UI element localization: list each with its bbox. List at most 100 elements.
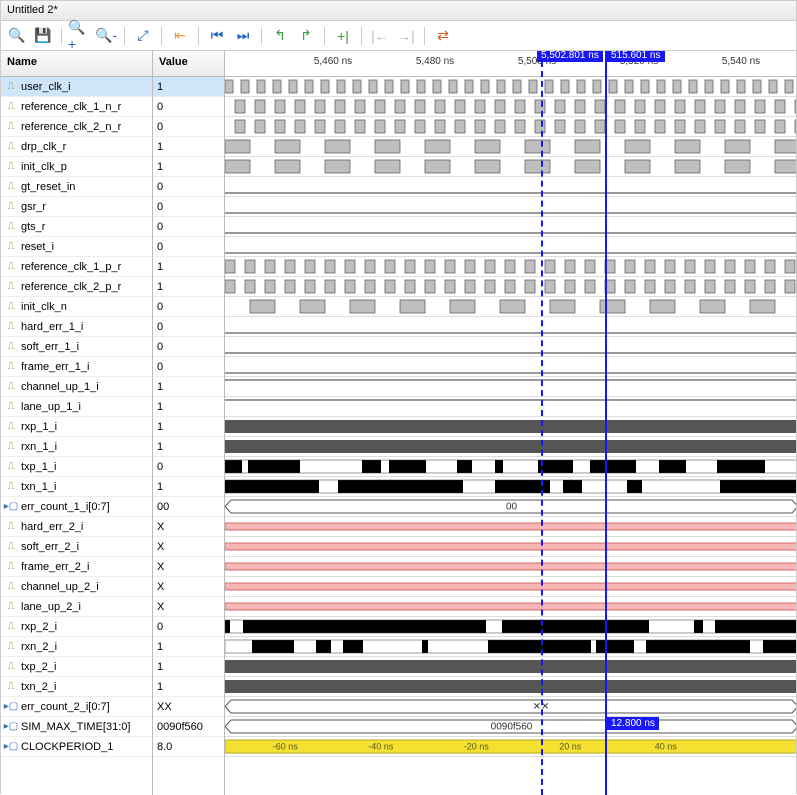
zoom-icon[interactable]: 🔍 bbox=[5, 25, 29, 47]
signal-name: txp_1_i bbox=[21, 461, 56, 473]
prev-marker-icon[interactable]: |← bbox=[368, 25, 392, 47]
wave-row[interactable] bbox=[225, 397, 796, 417]
wave-row[interactable] bbox=[225, 337, 796, 357]
wave-row[interactable] bbox=[225, 357, 796, 377]
names-column[interactable]: Name ⎍user_clk_i⎍reference_clk_1_n_r⎍ref… bbox=[1, 51, 153, 795]
waveform-area[interactable]: 5,502.801 ns 515.601 ns 5,460 ns5,480 ns… bbox=[225, 51, 796, 795]
signal-row[interactable]: ⎍channel_up_2_i bbox=[1, 577, 152, 597]
signal-row[interactable]: ⎍soft_err_2_i bbox=[1, 537, 152, 557]
signal-name: rxp_1_i bbox=[21, 421, 57, 433]
wave-row[interactable] bbox=[225, 137, 796, 157]
signal-row[interactable]: ⎍reference_clk_2_p_r bbox=[1, 277, 152, 297]
signal-row[interactable]: ⎍txp_1_i bbox=[1, 457, 152, 477]
wave-row[interactable] bbox=[225, 577, 796, 597]
wave-row[interactable] bbox=[225, 217, 796, 237]
signal-row[interactable]: ⎍txp_2_i bbox=[1, 657, 152, 677]
signal-row[interactable]: ⎍gts_r bbox=[1, 217, 152, 237]
cursor-a[interactable] bbox=[541, 51, 543, 795]
signal-row[interactable]: ⎍hard_err_2_i bbox=[1, 517, 152, 537]
next-edge-icon[interactable]: ↱ bbox=[294, 25, 318, 47]
signal-name: hard_err_2_i bbox=[21, 521, 83, 533]
signal-value: 0 bbox=[153, 617, 224, 637]
signal-row[interactable]: ⎍rxn_1_i bbox=[1, 437, 152, 457]
signal-row[interactable]: ⎍gt_reset_in bbox=[1, 177, 152, 197]
wave-row[interactable] bbox=[225, 637, 796, 657]
signal-icon: ⎍ bbox=[5, 141, 17, 153]
swap-markers-icon[interactable]: ⇄ bbox=[431, 25, 455, 47]
signal-row[interactable]: ⎍reference_clk_1_p_r bbox=[1, 257, 152, 277]
signal-row[interactable]: ⎍init_clk_p bbox=[1, 157, 152, 177]
wave-row[interactable]: 00 bbox=[225, 497, 796, 517]
values-column[interactable]: Value 10011000011000011110100XXXXX0111XX… bbox=[153, 51, 225, 795]
signal-icon: ⎍ bbox=[5, 241, 17, 253]
zoom-out-icon[interactable]: 🔍- bbox=[94, 25, 118, 47]
signal-row[interactable]: ⎍init_clk_n bbox=[1, 297, 152, 317]
signal-row[interactable]: ▸▢SIM_MAX_TIME[31:0] bbox=[1, 717, 152, 737]
signal-row[interactable]: ⎍frame_err_1_i bbox=[1, 357, 152, 377]
wave-row[interactable] bbox=[225, 277, 796, 297]
wave-row[interactable] bbox=[225, 677, 796, 697]
signal-row[interactable]: ▸▢CLOCKPERIOD_1 bbox=[1, 737, 152, 757]
signal-row[interactable]: ⎍user_clk_i bbox=[1, 77, 152, 97]
signal-value: 1 bbox=[153, 277, 224, 297]
wave-row[interactable] bbox=[225, 297, 796, 317]
names-header: Name bbox=[1, 51, 152, 77]
last-icon[interactable]: ⏭ bbox=[231, 25, 255, 47]
wave-row[interactable] bbox=[225, 157, 796, 177]
wave-row[interactable]: ✕✕ bbox=[225, 697, 796, 717]
signal-row[interactable]: ⎍rxp_1_i bbox=[1, 417, 152, 437]
signal-row[interactable]: ⎍rxp_2_i bbox=[1, 617, 152, 637]
time-ruler[interactable]: 5,502.801 ns 515.601 ns 5,460 ns5,480 ns… bbox=[225, 51, 796, 77]
wave-row[interactable] bbox=[225, 177, 796, 197]
first-icon[interactable]: ⏮ bbox=[205, 25, 229, 47]
zoom-in-icon[interactable]: 🔍+ bbox=[68, 25, 92, 47]
signal-row[interactable]: ⎍reference_clk_2_n_r bbox=[1, 117, 152, 137]
goto-marker-icon[interactable]: ⇤ bbox=[168, 25, 192, 47]
wave-row[interactable] bbox=[225, 417, 796, 437]
wave-row[interactable] bbox=[225, 477, 796, 497]
wave-row[interactable] bbox=[225, 657, 796, 677]
wave-row[interactable] bbox=[225, 437, 796, 457]
signal-row[interactable]: ▸▢err_count_1_i[0:7] bbox=[1, 497, 152, 517]
signal-row[interactable]: ⎍reference_clk_1_n_r bbox=[1, 97, 152, 117]
signal-row[interactable]: ⎍gsr_r bbox=[1, 197, 152, 217]
signal-row[interactable]: ▸▢err_count_2_i[0:7] bbox=[1, 697, 152, 717]
wave-row[interactable] bbox=[225, 97, 796, 117]
signal-row[interactable]: ⎍reset_i bbox=[1, 237, 152, 257]
wave-row[interactable] bbox=[225, 237, 796, 257]
wave-row[interactable] bbox=[225, 557, 796, 577]
prev-edge-icon[interactable]: ↰ bbox=[268, 25, 292, 47]
add-marker-icon[interactable]: +| bbox=[331, 25, 355, 47]
wave-row[interactable] bbox=[225, 197, 796, 217]
signal-row[interactable]: ⎍rxn_2_i bbox=[1, 637, 152, 657]
signal-icon: ⎍ bbox=[5, 301, 17, 313]
wave-row[interactable] bbox=[225, 537, 796, 557]
wave-row[interactable] bbox=[225, 317, 796, 337]
signal-row[interactable]: ⎍lane_up_2_i bbox=[1, 597, 152, 617]
wave-row[interactable] bbox=[225, 377, 796, 397]
zoom-fit-icon[interactable]: ⤢ bbox=[131, 25, 155, 47]
wave-row[interactable] bbox=[225, 517, 796, 537]
wave-row[interactable]: 0090f560 bbox=[225, 717, 796, 737]
save-icon[interactable]: 💾 bbox=[31, 25, 55, 47]
wave-row[interactable] bbox=[225, 457, 796, 477]
signal-value: 0 bbox=[153, 177, 224, 197]
signal-row[interactable]: ⎍lane_up_1_i bbox=[1, 397, 152, 417]
wave-row[interactable] bbox=[225, 77, 796, 97]
wave-row[interactable] bbox=[225, 257, 796, 277]
signal-icon: ⎍ bbox=[5, 561, 17, 573]
wave-row[interactable] bbox=[225, 597, 796, 617]
separator bbox=[61, 27, 62, 45]
wave-row[interactable] bbox=[225, 117, 796, 137]
signal-row[interactable]: ⎍frame_err_2_i bbox=[1, 557, 152, 577]
signal-row[interactable]: ⎍hard_err_1_i bbox=[1, 317, 152, 337]
signal-row[interactable]: ⎍drp_clk_r bbox=[1, 137, 152, 157]
wave-row[interactable]: -60 ns-40 ns-20 ns20 ns40 ns bbox=[225, 737, 796, 757]
cursor-b[interactable] bbox=[605, 51, 607, 795]
signal-row[interactable]: ⎍soft_err_1_i bbox=[1, 337, 152, 357]
wave-row[interactable] bbox=[225, 617, 796, 637]
next-marker-icon[interactable]: →| bbox=[394, 25, 418, 47]
signal-row[interactable]: ⎍txn_2_i bbox=[1, 677, 152, 697]
signal-row[interactable]: ⎍channel_up_1_i bbox=[1, 377, 152, 397]
signal-row[interactable]: ⎍txn_1_i bbox=[1, 477, 152, 497]
